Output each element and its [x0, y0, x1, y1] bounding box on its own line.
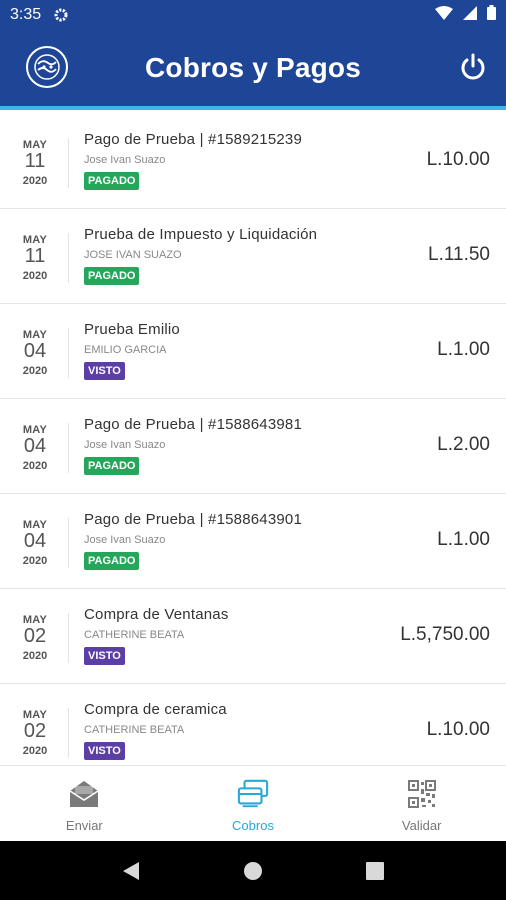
status-badge: VISTO — [84, 647, 125, 665]
transaction-amount: L.1.00 — [437, 529, 490, 550]
nav-item-validar[interactable]: Validar — [337, 766, 506, 841]
status-bar: 3:35 — [0, 0, 506, 30]
transaction-customer: EMILIO GARCIA — [84, 344, 167, 356]
date-day: 11 — [24, 245, 46, 267]
transaction-row[interactable]: MAY 02 2020 Compra de Ventanas CATHERINE… — [0, 589, 506, 684]
transaction-date: MAY 02 2020 — [0, 589, 70, 684]
date-year: 2020 — [22, 270, 48, 282]
date-year: 2020 — [22, 460, 48, 472]
home-circle-icon — [244, 861, 262, 880]
transaction-title: Pago de Prueba | #1588643981 — [84, 416, 303, 433]
transaction-date: MAY 11 2020 — [0, 114, 70, 209]
status-badge: PAGADO — [84, 172, 140, 190]
transaction-customer: Jose Ivan Suazo — [84, 154, 166, 166]
nav-item-enviar[interactable]: Enviar — [0, 766, 169, 841]
status-badge: PAGADO — [84, 457, 140, 475]
status-badge: VISTO — [84, 742, 125, 760]
date-year: 2020 — [22, 555, 48, 567]
transaction-title: Compra de Ventanas — [84, 606, 229, 623]
envelope-icon — [68, 778, 100, 810]
transaction-title: Compra de ceramica — [84, 701, 227, 718]
transaction-amount: L.10.00 — [426, 719, 490, 740]
date-day: 04 — [23, 530, 47, 552]
transaction-title: Prueba de Impuesto y Liquidación — [84, 226, 318, 243]
back-button[interactable] — [119, 859, 143, 883]
transaction-date: MAY 11 2020 — [0, 209, 70, 304]
transaction-amount: L.1.00 — [437, 339, 490, 360]
date-year: 2020 — [22, 650, 48, 662]
battery-icon — [487, 5, 496, 25]
back-triangle-icon — [123, 861, 139, 880]
transaction-row[interactable]: MAY 04 2020 Prueba Emilio EMILIO GARCIA … — [0, 304, 506, 399]
transaction-date: MAY 02 2020 — [0, 684, 70, 765]
system-navigation-bar — [0, 841, 506, 900]
recents-button[interactable] — [363, 859, 387, 883]
transaction-date: MAY 04 2020 — [0, 304, 70, 399]
transaction-row[interactable]: MAY 02 2020 Compra de ceramica CATHERINE… — [0, 684, 506, 765]
nav-item-cobros[interactable]: Cobros — [169, 766, 338, 841]
date-day: 04 — [23, 435, 47, 457]
wifi-icon — [435, 5, 453, 25]
nav-label-cobros: Cobros — [232, 818, 274, 833]
transaction-row[interactable]: MAY 11 2020 Pago de Prueba | #1589215239… — [0, 114, 506, 209]
transaction-row[interactable]: MAY 04 2020 Pago de Prueba | #1588643901… — [0, 494, 506, 589]
transaction-row[interactable]: MAY 11 2020 Prueba de Impuesto y Liquida… — [0, 209, 506, 304]
date-day: 04 — [23, 340, 47, 362]
transaction-customer: CATHERINE BEATA — [84, 724, 185, 736]
transaction-title: Pago de Prueba | #1589215239 — [84, 131, 303, 148]
transaction-amount: L.11.50 — [428, 244, 490, 265]
transaction-date: MAY 04 2020 — [0, 494, 70, 589]
row-divider — [68, 233, 69, 283]
status-badge: PAGADO — [84, 552, 140, 570]
transaction-customer: Jose Ivan Suazo — [84, 439, 166, 451]
home-button[interactable] — [241, 859, 265, 883]
nav-label-validar: Validar — [401, 818, 442, 833]
row-divider — [68, 518, 69, 568]
logout-power-button[interactable] — [454, 48, 492, 86]
bottom-navigation: Enviar Cobros Validar — [0, 765, 506, 841]
transaction-row[interactable]: MAY 04 2020 Pago de Prueba | #1588643981… — [0, 399, 506, 494]
row-divider — [68, 423, 69, 473]
cards-icon — [237, 778, 269, 810]
transactions-list[interactable]: MAY 11 2020 Pago de Prueba | #1589215239… — [0, 114, 506, 765]
qr-code-icon — [406, 778, 438, 810]
transaction-amount: L.2.00 — [437, 434, 490, 455]
nav-label-enviar: Enviar — [65, 818, 103, 833]
status-time: 3:35 — [10, 6, 42, 23]
date-day: 02 — [23, 720, 47, 742]
power-icon — [461, 53, 485, 80]
recents-square-icon — [366, 861, 384, 880]
date-day: 11 — [24, 150, 46, 172]
row-divider — [68, 328, 69, 378]
date-year: 2020 — [22, 365, 48, 377]
transaction-amount: L.5,750.00 — [400, 624, 490, 645]
transaction-customer: Jose Ivan Suazo — [84, 534, 166, 546]
transaction-title: Pago de Prueba | #1588643901 — [84, 511, 303, 528]
status-badge: PAGADO — [84, 267, 140, 285]
transaction-title: Prueba Emilio — [84, 321, 180, 338]
transaction-customer: CATHERINE BEATA — [84, 629, 185, 641]
row-divider — [68, 138, 69, 188]
header-accent-line — [0, 106, 506, 110]
app-logo-icon — [26, 46, 68, 88]
signal-icon — [463, 5, 477, 25]
transaction-customer: JOSE IVAN SUAZO — [84, 249, 182, 261]
page-title: Cobros y Pagos — [145, 52, 361, 83]
row-divider — [68, 708, 69, 758]
transaction-date: MAY 04 2020 — [0, 399, 70, 494]
settings-gear-icon — [53, 7, 69, 23]
date-year: 2020 — [22, 175, 48, 187]
row-divider — [68, 613, 69, 663]
date-year: 2020 — [22, 745, 48, 757]
transaction-amount: L.10.00 — [426, 149, 490, 170]
app-header: Cobros y Pagos — [0, 30, 506, 106]
status-badge: VISTO — [84, 362, 125, 380]
date-day: 02 — [23, 625, 47, 647]
